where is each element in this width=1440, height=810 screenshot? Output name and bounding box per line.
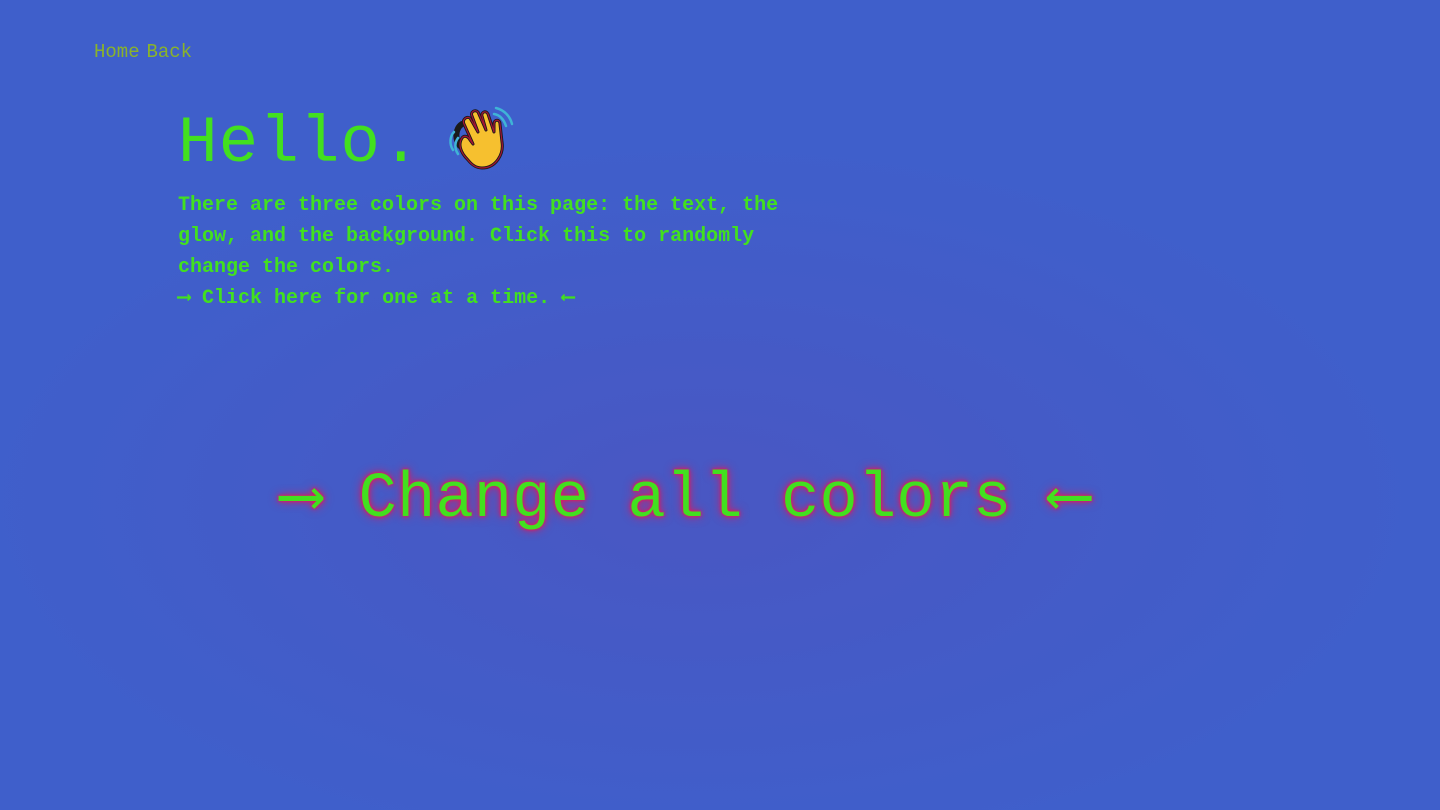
waving-hand-icon (446, 102, 518, 174)
hello-text: Hello. (178, 106, 422, 181)
change-all-colors-button[interactable]: ⟶ Change all colors ⟵ (0, 462, 1370, 538)
one-at-a-time-link[interactable]: ⟶ Click here for one at a time. ⟵ (178, 283, 818, 314)
top-nav: Home Back (94, 41, 199, 63)
randomize-colors-text[interactable]: There are three colors on this page: the… (178, 190, 818, 283)
back-link[interactable]: Back (146, 41, 192, 63)
page-title: Hello. (178, 104, 818, 184)
home-link[interactable]: Home (94, 41, 140, 63)
intro-section: Hello. There are three colors on this pa… (178, 104, 818, 314)
